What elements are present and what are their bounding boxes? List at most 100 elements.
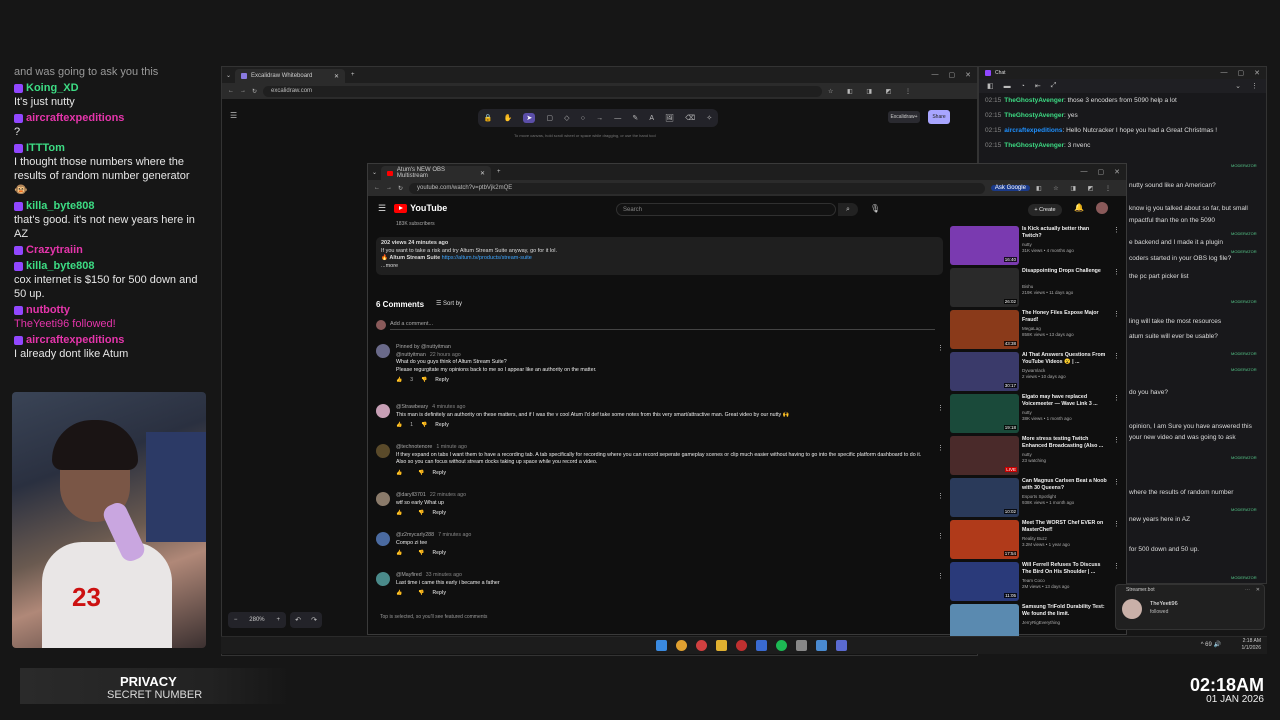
comment-more-icon[interactable]: ⋮	[937, 444, 944, 452]
recommended-video[interactable]: 16:40 Is Kick actually better than Twitch…	[950, 226, 1120, 266]
comment-author[interactable]: @technotenore	[396, 444, 432, 450]
tab-excalidraw[interactable]: Excalidraw Whiteboard ✕	[235, 69, 346, 83]
video-title[interactable]: Elgato may have replaced Voicemeeter — W…	[1022, 394, 1110, 407]
reply-button[interactable]: Reply	[432, 470, 446, 478]
comment-avatar[interactable]	[376, 572, 390, 586]
video-more-icon[interactable]: ⋮	[1113, 352, 1120, 360]
collapse-icon[interactable]: ⇤	[1035, 82, 1041, 90]
minimize-icon[interactable]: —	[1081, 168, 1088, 176]
dislike-icon[interactable]: 👎	[418, 550, 424, 558]
comment-author[interactable]: @z2mycarly288	[396, 532, 434, 538]
youtube-logo[interactable]: YouTube	[394, 203, 447, 213]
close-window-icon[interactable]: ✕	[1114, 168, 1120, 176]
reload-icon[interactable]: ↻	[398, 185, 403, 192]
zoom-out-icon[interactable]: −	[234, 617, 238, 623]
video-thumbnail[interactable]: 17:54	[950, 520, 1019, 559]
add-comment-input[interactable]: Add a comment...	[390, 321, 935, 330]
video-title[interactable]: Can Magnus Carlsen Beat a Noob with 30 Q…	[1022, 478, 1110, 491]
comment-author[interactable]: @Mayfired	[396, 572, 422, 578]
tool-button[interactable]: ⌫	[685, 114, 695, 122]
comment-time[interactable]: 7 minutes ago	[438, 532, 471, 538]
like-icon[interactable]: 👍	[396, 550, 402, 558]
tool-button[interactable]: →	[596, 115, 603, 122]
taskbar-clock[interactable]: 2:18 AM 1/1/2026	[1242, 638, 1261, 652]
video-thumbnail[interactable]: 26:02	[950, 268, 1019, 307]
video-more-icon[interactable]: ⋮	[1113, 268, 1120, 276]
tool-button[interactable]: ✧	[706, 114, 712, 122]
video-icon[interactable]: ▬	[1004, 83, 1011, 90]
tool-button[interactable]: ▢	[546, 114, 553, 122]
start-icon[interactable]	[656, 640, 667, 651]
avatar[interactable]	[1096, 202, 1108, 214]
mic-icon[interactable]: 🎙	[870, 204, 880, 213]
maximize-icon[interactable]: ▢	[1098, 168, 1105, 176]
comment-time[interactable]: 4 minutes ago	[432, 404, 465, 410]
video-title[interactable]: AI That Answers Questions From YouTube V…	[1022, 352, 1110, 365]
chat-username[interactable]: ITTTom	[26, 142, 65, 154]
comment-avatar[interactable]	[376, 492, 390, 506]
dislike-icon[interactable]: 👎	[418, 470, 424, 478]
tool-button[interactable]: —	[614, 115, 621, 122]
tool-button[interactable]: ○	[581, 115, 585, 122]
description-link[interactable]: https://altum.tv/products/stream-suite	[442, 255, 532, 261]
excalidraw-plus-button[interactable]: Excalidraw+	[888, 111, 920, 123]
yt-search-input[interactable]: Search	[616, 203, 836, 216]
close-tab-icon[interactable]: ✕	[480, 170, 485, 177]
tool-button[interactable]: ✋	[503, 114, 512, 122]
recommended-video[interactable]: 30:17 AI That Answers Questions From YouT…	[950, 352, 1120, 392]
maximize-icon[interactable]: ▢	[1238, 69, 1245, 77]
redo-icon[interactable]: ↷	[311, 616, 317, 624]
comment-avatar[interactable]	[376, 404, 390, 418]
reload-icon[interactable]: ↻	[252, 88, 257, 95]
toast-close-icon[interactable]: ✕	[1256, 587, 1260, 593]
tab-dropdown-icon[interactable]: ⌄	[222, 72, 235, 79]
video-thumbnail[interactable]: 43:38	[950, 310, 1019, 349]
like-icon[interactable]: 👍	[396, 590, 402, 598]
close-window-icon[interactable]: ✕	[1254, 69, 1260, 77]
video-title[interactable]: Is Kick actually better than Twitch?	[1022, 226, 1110, 239]
chat-username[interactable]: aircraftexpeditions	[26, 334, 124, 346]
sort-by-button[interactable]: ☰ Sort by	[436, 300, 462, 307]
video-more-icon[interactable]: ⋮	[1113, 436, 1120, 444]
streamerbot-icon[interactable]	[756, 640, 767, 651]
show-more-link[interactable]: ...more	[381, 263, 938, 271]
comment-time[interactable]: 33 minutes ago	[426, 572, 462, 578]
forward-icon[interactable]: →	[240, 88, 246, 94]
tool-button[interactable]: ◇	[564, 114, 569, 122]
video-title[interactable]: More stress testing Twitch Enhanced Broa…	[1022, 436, 1110, 449]
video-thumbnail[interactable]: 19:18	[950, 394, 1019, 433]
video-thumbnail[interactable]: 30:17	[950, 352, 1019, 391]
chat-tab-icon[interactable]: ◧	[987, 82, 994, 90]
extensions-icons[interactable]: ◧ ☆ ◨ ◩ ⋮	[1036, 185, 1126, 192]
chat-username[interactable]: aircraftexpeditions	[1004, 127, 1062, 134]
create-button[interactable]: + Create	[1028, 204, 1062, 216]
comment-avatar[interactable]	[376, 444, 390, 458]
minimize-icon[interactable]: —	[1221, 69, 1228, 77]
follow-toast[interactable]: Streamer.bot TheYeeti96 followed ⋯ ✕	[1115, 584, 1265, 630]
recommended-video[interactable]: 26:02 Disappointing Drops Challenge Bishu 2…	[950, 268, 1120, 308]
search-icon[interactable]: ⌕	[838, 203, 858, 216]
video-more-icon[interactable]: ⋮	[1113, 562, 1120, 570]
chat-username[interactable]: aircraftexpeditions	[26, 112, 124, 124]
comment-more-icon[interactable]: ⋮	[937, 404, 944, 412]
reply-button[interactable]: Reply	[432, 590, 446, 598]
new-tab-icon[interactable]: +	[491, 169, 507, 175]
spotify-icon[interactable]	[776, 640, 787, 651]
comment-more-icon[interactable]: ⋮	[937, 344, 944, 352]
recommended-video[interactable]: LIVE More stress testing Twitch Enhanced …	[950, 436, 1120, 476]
dislike-icon[interactable]: 👎	[421, 422, 427, 430]
forward-icon[interactable]: →	[386, 185, 392, 191]
chat-username[interactable]: nutbotty	[26, 304, 70, 316]
extensions-icons[interactable]: ☆ ◧ ◨ ◩ ⋮	[828, 88, 977, 95]
comment-time[interactable]: 1 minute ago	[436, 444, 467, 450]
reply-button[interactable]: Reply	[435, 422, 449, 430]
tab-youtube[interactable]: Atum's NEW OBS Multistream ✕	[381, 166, 492, 180]
video-more-icon[interactable]: ⋮	[1113, 226, 1120, 234]
dislike-icon[interactable]: 👎	[421, 377, 427, 385]
channel-name[interactable]: JerryRigEverything	[1022, 620, 1110, 626]
recommended-video[interactable]: 43:38 The Honey Files Expose Major Fraud!…	[950, 310, 1120, 350]
more-icon[interactable]: ⋮	[1251, 82, 1266, 90]
url-field[interactable]: excalidraw.com	[263, 85, 822, 97]
like-icon[interactable]: 👍	[396, 470, 402, 478]
comment-author[interactable]: @daryll3701	[396, 492, 426, 498]
